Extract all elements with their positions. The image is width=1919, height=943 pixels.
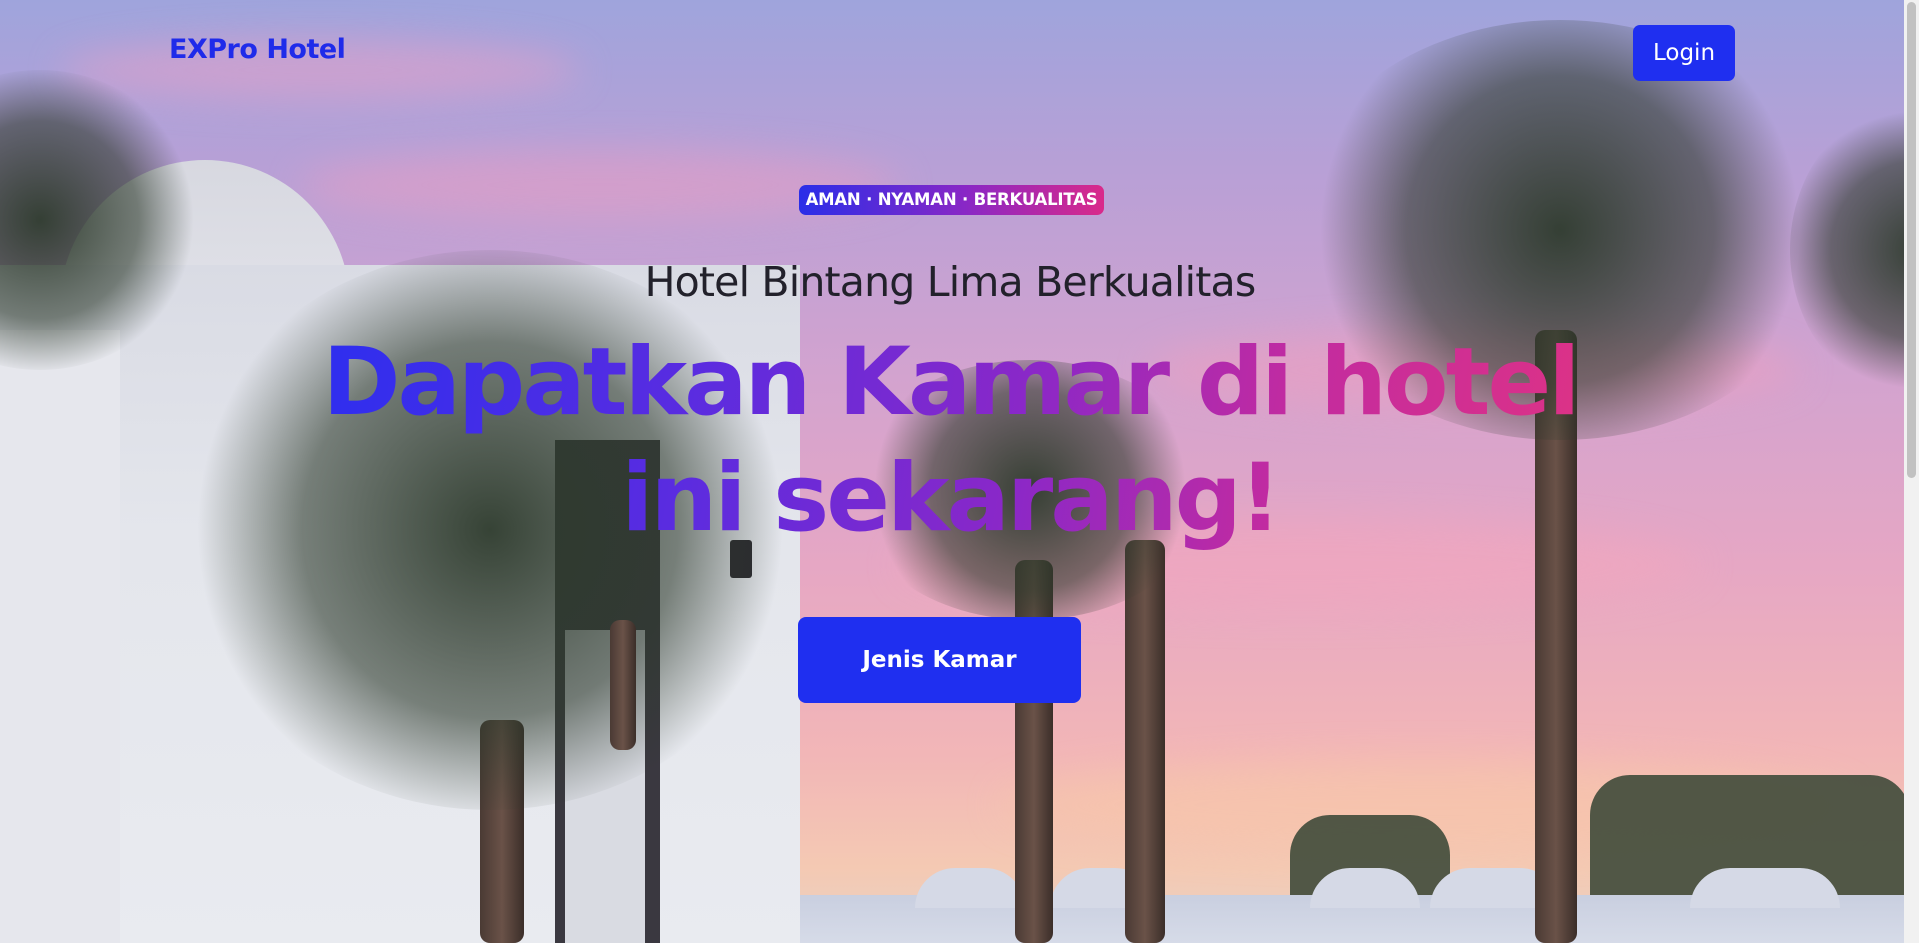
room-types-button[interactable]: Jenis Kamar xyxy=(798,617,1081,703)
brand-logo[interactable]: EXPro Hotel xyxy=(169,34,346,65)
small-dome xyxy=(1690,868,1840,908)
login-button[interactable]: Login xyxy=(1633,25,1735,81)
scrollbar-thumb[interactable] xyxy=(1907,2,1916,478)
palm-trunk xyxy=(610,620,636,750)
hero-headline: Dapatkan Kamar di hotel ini sekarang! xyxy=(300,325,1600,557)
hero-subtitle: Hotel Bintang Lima Berkualitas xyxy=(644,258,1257,306)
palm-crown xyxy=(1790,100,1919,400)
landing-page: EXPro Hotel Login AMAN · NYAMAN · BERKUA… xyxy=(0,0,1919,943)
tagline-badge: AMAN · NYAMAN · BERKUALITAS xyxy=(799,185,1104,215)
small-dome xyxy=(915,868,1025,908)
hotel-building-side xyxy=(0,330,120,943)
palm-trunk xyxy=(1125,540,1165,943)
page-scrollbar[interactable] xyxy=(1904,0,1919,943)
